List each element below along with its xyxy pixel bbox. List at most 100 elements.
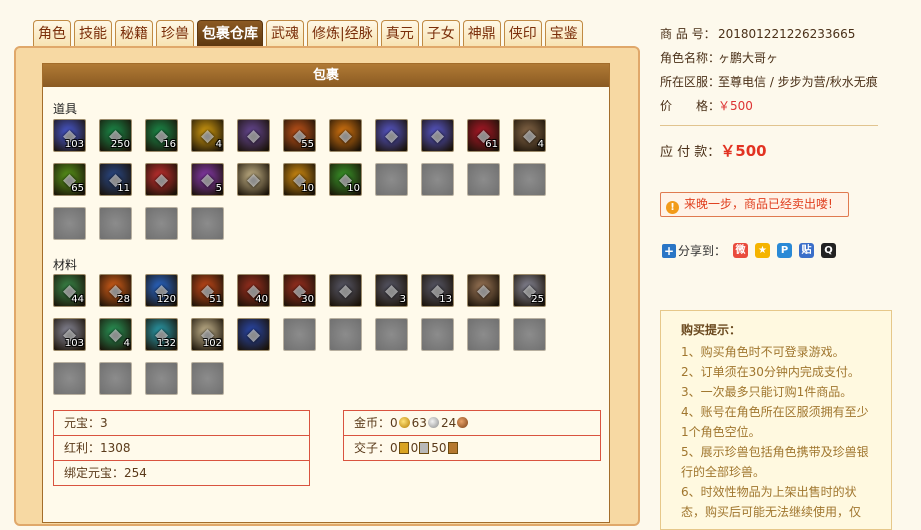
tab-9[interactable]: 神鼎 <box>462 20 501 47</box>
parchment-icon[interactable]: ◆ 102 <box>191 318 224 351</box>
bind-yuanbao-label: 绑定元宝： <box>64 466 125 480</box>
empty-slot[interactable] <box>467 318 500 351</box>
item-quantity: 10 <box>347 183 360 194</box>
leaf-orb-icon[interactable]: ◆ 65 <box>53 163 86 196</box>
fire-sword-icon[interactable]: ◆ 55 <box>283 119 316 152</box>
gold-coin-icon[interactable]: ◆ 10 <box>283 163 316 196</box>
item-quantity: 5 <box>215 183 222 194</box>
item-quantity: 11 <box>117 183 130 194</box>
tieba-icon[interactable]: 贴 <box>799 243 815 258</box>
bag-panel: 包裹 道具 ◆ 103 ◆ 250 ◆ 16 ◆ 4 ◆ ◆ 55 ◆ ◆ ◆ ◆ 61 ◆ 4 ◆ 65 ◆ 11 ◆ ◆ 5… <box>42 63 610 523</box>
empty-slot[interactable] <box>191 362 224 395</box>
tab-8[interactable]: 子女 <box>421 20 460 47</box>
item-glyph: ◆ <box>384 125 399 146</box>
ore-icon[interactable]: ◆ 13 <box>421 274 454 307</box>
copper-note-icon <box>447 442 458 454</box>
empty-slot[interactable] <box>99 362 132 395</box>
share-bar: + 分享到： 微 ★ P 贴 Q <box>662 242 837 259</box>
pengyou-icon[interactable]: P <box>777 243 793 258</box>
tab-5[interactable]: 武魂 <box>266 20 304 47</box>
tab-6[interactable]: 修炼|经脉 <box>307 20 378 47</box>
blue-potion-icon[interactable]: ◆ 11 <box>99 163 132 196</box>
empty-slot[interactable] <box>375 318 408 351</box>
props-label: 道具 <box>53 102 78 116</box>
empty-slot[interactable] <box>145 362 178 395</box>
rainbow-orb-icon[interactable]: ◆ 5 <box>191 163 224 196</box>
green-orb-icon[interactable]: ◆ 250 <box>99 119 132 152</box>
item-quantity: 13 <box>439 294 452 305</box>
tab-2[interactable]: 秘籍 <box>115 20 153 47</box>
item-quantity: 120 <box>156 294 176 305</box>
gold-note-icon <box>398 442 409 454</box>
ore-icon[interactable]: ◆ <box>329 274 362 307</box>
fruit-icon[interactable]: ◆ 51 <box>191 274 224 307</box>
jade-ring-icon[interactable]: ◆ <box>145 163 178 196</box>
jade-disc-icon[interactable]: ◆ 4 <box>99 318 132 351</box>
tips-title: 购买提示： <box>681 323 742 337</box>
flame-crest-icon[interactable]: ◆ <box>329 119 362 152</box>
empty-slot[interactable] <box>99 207 132 240</box>
tip-line: 3、一次最多只能订购1件商品。 <box>681 385 853 399</box>
qq-icon[interactable]: Q <box>821 243 837 258</box>
tab-4[interactable]: 包裹仓库 <box>197 20 263 47</box>
silver-ore-icon[interactable]: ◆ 25 <box>513 274 546 307</box>
gold-label: 金币： <box>354 416 391 430</box>
item-quantity: 102 <box>202 338 222 349</box>
tab-1[interactable]: 技能 <box>74 20 112 47</box>
item-glyph: ◆ <box>154 169 169 190</box>
empty-slot[interactable] <box>375 163 408 196</box>
chest-icon[interactable]: ◆ <box>467 274 500 307</box>
crystal-row-icon[interactable]: ◆ <box>375 119 408 152</box>
mooncake-icon[interactable]: ◆ 4 <box>513 119 546 152</box>
qzone-icon[interactable]: ★ <box>755 243 771 258</box>
item-glyph: ◆ <box>476 280 491 301</box>
weibo-icon[interactable]: 微 <box>733 243 749 258</box>
price-value: ￥500 <box>718 99 753 113</box>
paper-map-icon[interactable]: ◆ <box>237 163 270 196</box>
yuanbao-box: 元宝：3 红利：1308 绑定元宝：254 <box>53 410 310 486</box>
red-talisman-icon[interactable]: ◆ 40 <box>237 274 270 307</box>
tab-7[interactable]: 真元 <box>380 20 419 47</box>
empty-slot[interactable] <box>513 163 546 196</box>
blue-shard-icon[interactable]: ◆ <box>237 318 270 351</box>
product-no-value: 201801221226233665 <box>718 27 856 41</box>
scroll-card-icon[interactable]: ◆ 4 <box>191 119 224 152</box>
props-grid: ◆ 103 ◆ 250 ◆ 16 ◆ 4 ◆ ◆ 55 ◆ ◆ ◆ ◆ 61 ◆ 4 ◆ 65 ◆ 11 ◆ ◆ 5 ◆ ◆ 10 ◆ 1… <box>53 119 603 251</box>
sold-out-text: 来晚一步，商品已经卖出喽! <box>684 197 833 211</box>
tip-line: 6、时效性物品为上架出售时的状 <box>681 485 857 499</box>
tab-11[interactable]: 宝鉴 <box>544 20 583 47</box>
cyan-blade-icon[interactable]: ◆ 132 <box>145 318 178 351</box>
empty-slot[interactable] <box>421 163 454 196</box>
empty-slot[interactable] <box>467 163 500 196</box>
hongli-row: 红利：1308 <box>54 436 309 461</box>
plus-icon[interactable]: + <box>662 243 676 258</box>
green-jade-icon[interactable]: ◆ 44 <box>53 274 86 307</box>
gourd-icon[interactable]: ◆ <box>237 119 270 152</box>
item-quantity: 40 <box>255 294 268 305</box>
empty-slot[interactable] <box>421 318 454 351</box>
copper-coin-icon <box>457 417 469 428</box>
item-quantity: 65 <box>71 183 84 194</box>
empty-slot[interactable] <box>513 318 546 351</box>
empty-slot[interactable] <box>283 318 316 351</box>
red-talisman-icon[interactable]: ◆ 30 <box>283 274 316 307</box>
green-orb-icon[interactable]: ◆ 16 <box>145 119 178 152</box>
ore-icon[interactable]: ◆ 3 <box>375 274 408 307</box>
gem-cluster-icon[interactable]: ◆ 103 <box>53 119 86 152</box>
empty-slot[interactable] <box>145 207 178 240</box>
fire-burst-icon[interactable]: ◆ 28 <box>99 274 132 307</box>
rose-icon[interactable]: ◆ 61 <box>467 119 500 152</box>
ice-crystal-icon[interactable]: ◆ 120 <box>145 274 178 307</box>
tab-10[interactable]: 侠印 <box>503 20 542 47</box>
silver-ore-icon[interactable]: ◆ 103 <box>53 318 86 351</box>
green-swirl-icon[interactable]: ◆ 10 <box>329 163 362 196</box>
empty-slot[interactable] <box>53 207 86 240</box>
empty-slot[interactable] <box>191 207 224 240</box>
tab-3[interactable]: 珍兽 <box>156 20 194 47</box>
hongli-label: 红利： <box>64 441 101 455</box>
empty-slot[interactable] <box>53 362 86 395</box>
crystal-row-icon[interactable]: ◆ <box>421 119 454 152</box>
tab-0[interactable]: 角色 <box>33 20 71 47</box>
empty-slot[interactable] <box>329 318 362 351</box>
tip-line: 5、展示珍兽包括角色携带及珍兽银 <box>681 445 869 459</box>
